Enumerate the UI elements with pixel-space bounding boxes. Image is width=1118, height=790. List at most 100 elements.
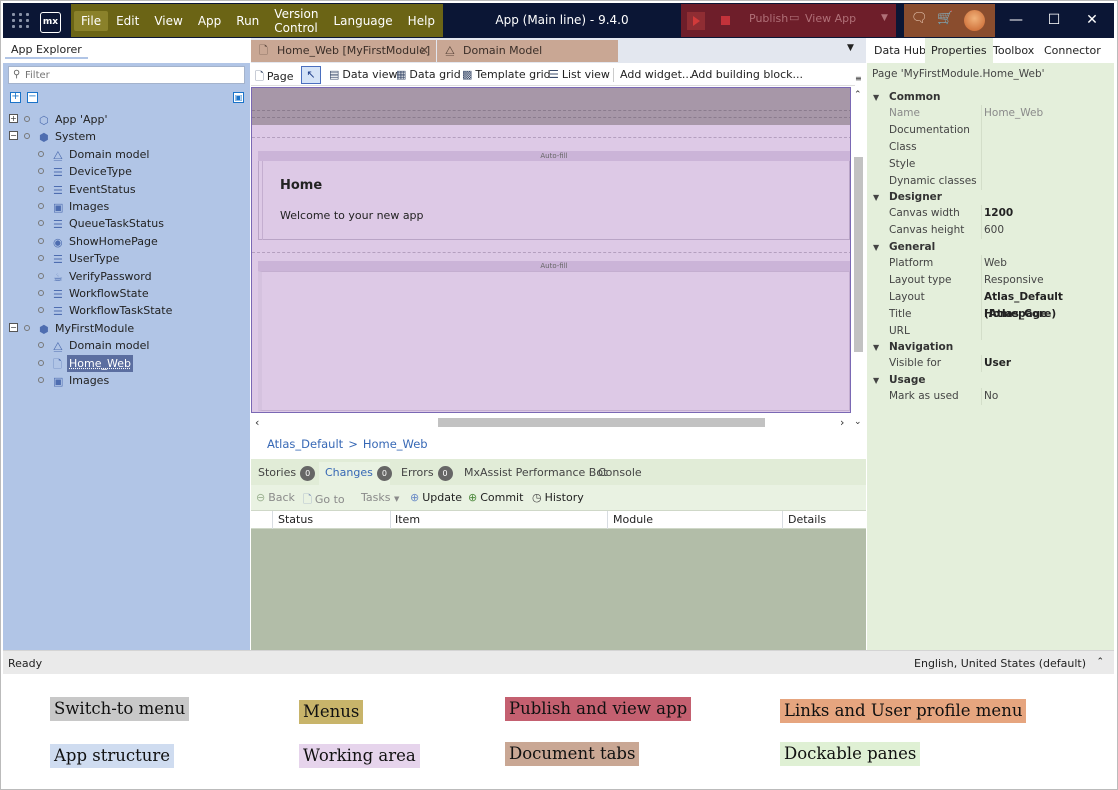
vertical-scrollbar[interactable]: ⌃ xyxy=(851,87,866,414)
tree-item[interactable]: ☰ EventStatus xyxy=(3,181,250,198)
breadcrumb-layout[interactable]: Atlas_Default xyxy=(267,437,343,451)
tab-mxassist[interactable]: MxAssist Performance Bot xyxy=(464,466,607,479)
tab-errors[interactable]: Errors 0 xyxy=(401,466,453,481)
column-module[interactable]: Module xyxy=(607,511,782,529)
prop-canvas-width[interactable]: Canvas width 1200 xyxy=(867,205,1114,222)
menu-view[interactable]: View xyxy=(147,11,189,31)
column-status[interactable]: Status xyxy=(272,511,390,529)
prop-canvas-height[interactable]: Canvas height 600 xyxy=(867,222,1114,239)
tree-item[interactable]: ☰ UserType xyxy=(3,250,250,267)
working-area[interactable]: Auto-fill Home Welcome to your new app A… xyxy=(251,87,851,413)
horizontal-scrollbar[interactable]: ‹ › ⌄ xyxy=(251,414,866,431)
scroll-thumb[interactable] xyxy=(854,157,863,352)
prop-style[interactable]: Style xyxy=(867,156,1114,173)
data-view-button[interactable]: ▤ Data view xyxy=(329,68,398,81)
expand-all-icon[interactable]: + xyxy=(10,92,21,103)
collapse-icon[interactable]: − xyxy=(9,131,18,141)
tree-item[interactable]: ⧋ Domain model xyxy=(3,337,250,354)
commit-button[interactable]: ⊕ Commit xyxy=(468,491,523,504)
prop-class[interactable]: Class xyxy=(867,139,1114,156)
menu-file[interactable]: File xyxy=(74,10,109,31)
section-usage[interactable]: ▼ Usage xyxy=(867,372,1114,389)
tab-changes[interactable]: Changes 0 xyxy=(325,466,392,481)
menu-version-control[interactable]: Version Control xyxy=(267,4,325,38)
prop-documentation[interactable]: Documentation xyxy=(867,122,1114,139)
back-button[interactable]: ⊖ Back xyxy=(256,491,295,504)
prop-dynamic-classes[interactable]: Dynamic classes xyxy=(867,173,1114,190)
run-locally-icon[interactable] xyxy=(687,12,705,30)
user-avatar[interactable] xyxy=(964,10,985,31)
prop-url[interactable]: URL xyxy=(867,323,1114,340)
empty-placeholder[interactable] xyxy=(258,271,850,411)
chevron-left-icon[interactable]: ‹ xyxy=(255,416,259,429)
app-explorer-tab[interactable]: App Explorer xyxy=(5,42,88,59)
tab-domain-model[interactable]: ⧋ Domain Model [MyFirstModule] xyxy=(437,40,618,79)
data-grid-button[interactable]: ▦ Data grid xyxy=(396,68,461,81)
chevron-down-icon[interactable]: ⌄ xyxy=(854,417,862,427)
collapse-all-icon[interactable]: − xyxy=(27,92,38,103)
menu-language[interactable]: Language xyxy=(326,11,399,31)
column-details[interactable]: Details xyxy=(782,511,866,529)
maximize-icon[interactable]: ☐ xyxy=(1039,9,1069,31)
tab-data-hub[interactable]: Data Hub xyxy=(868,38,932,63)
tree-item[interactable]: + ⬡ App 'App' xyxy=(3,111,250,128)
tree-item[interactable]: ☰ WorkflowTaskState xyxy=(3,302,250,319)
menu-edit[interactable]: Edit xyxy=(109,11,146,31)
section-common[interactable]: ▼ Common xyxy=(867,89,1114,106)
add-building-block-button[interactable]: Add building block... xyxy=(691,68,803,81)
section-designer[interactable]: ▼ Designer xyxy=(867,189,1114,206)
chevron-down-icon[interactable]: ▼ xyxy=(881,13,888,23)
filter-input[interactable] xyxy=(25,68,235,82)
prop-title[interactable]: Title Homepage xyxy=(867,306,1114,323)
publish-button[interactable]: Publish xyxy=(749,12,788,25)
link-editor-icon[interactable]: ▣ xyxy=(233,92,244,103)
tab-home-web[interactable]: 🗋 Home_Web [MyFirstModule] ✕ xyxy=(251,40,436,62)
prop-mark-as-used[interactable]: Mark as used No xyxy=(867,388,1114,405)
prop-layout-type[interactable]: Layout type Responsive xyxy=(867,272,1114,289)
tab-stories[interactable]: Stories 0 xyxy=(258,466,316,481)
chevron-down-icon[interactable]: ▼ xyxy=(847,43,854,53)
tree-item[interactable]: 🗋 Home_Web xyxy=(3,354,250,372)
page-heading[interactable]: Home xyxy=(280,178,322,193)
tasks-button[interactable]: Tasks ▼ xyxy=(361,491,399,504)
menu-run[interactable]: Run xyxy=(229,11,266,31)
welcome-text[interactable]: Welcome to your new app xyxy=(280,209,424,222)
prop-visible-for[interactable]: Visible for User xyxy=(867,355,1114,372)
stop-icon[interactable] xyxy=(717,12,735,30)
view-app-button[interactable]: View App xyxy=(805,12,856,25)
tab-connector[interactable]: Connector xyxy=(1038,38,1107,63)
toolbar-overflow-icon[interactable]: ≡ xyxy=(855,74,862,83)
prop-name[interactable]: Name Home_Web xyxy=(867,105,1114,122)
tree-item[interactable]: ☰ QueueTaskStatus xyxy=(3,215,250,232)
chevron-up-icon[interactable]: ⌃ xyxy=(1096,657,1104,667)
column-item[interactable]: Item xyxy=(389,511,607,529)
chevron-right-icon[interactable]: › xyxy=(840,416,844,429)
update-button[interactable]: ⊕ Update xyxy=(410,491,462,504)
tree-item[interactable]: − ⬢ System xyxy=(3,128,250,145)
close-icon[interactable]: ✕ xyxy=(1077,9,1107,31)
template-grid-button[interactable]: ▩ Template grid xyxy=(462,68,551,81)
tree-item[interactable]: − ⬢ MyFirstModule xyxy=(3,320,250,337)
prop-layout[interactable]: Layout Atlas_Default (Atlas_Core) xyxy=(867,289,1114,320)
prop-platform[interactable]: Platform Web xyxy=(867,255,1114,272)
list-view-button[interactable]: ☰ List view xyxy=(549,68,610,81)
expand-icon[interactable]: + xyxy=(9,114,18,123)
minimize-icon[interactable]: — xyxy=(1001,9,1031,31)
tab-properties[interactable]: Properties xyxy=(925,38,993,63)
tree-item[interactable]: ◉ ShowHomePage xyxy=(3,233,250,250)
tree-item[interactable]: ☕ VerifyPassword xyxy=(3,268,250,285)
language-selector[interactable]: English, United States (default) xyxy=(914,657,1086,670)
tab-toolbox[interactable]: Toolbox xyxy=(987,38,1040,63)
tree-item[interactable]: ☰ DeviceType xyxy=(3,163,250,180)
pointer-tool-icon[interactable]: ↖ xyxy=(301,66,321,84)
tab-console[interactable]: Console xyxy=(598,466,642,479)
history-button[interactable]: ◷ History xyxy=(532,491,584,504)
tree-item[interactable]: ▣ Images xyxy=(3,372,250,389)
tree-item[interactable]: ▣ Images xyxy=(3,198,250,215)
chevron-up-icon[interactable]: ⌃ xyxy=(854,90,862,100)
tree-item[interactable]: ⧋ Domain model xyxy=(3,146,250,163)
marketplace-cart-icon[interactable]: 🛒 xyxy=(937,11,953,26)
switch-to-menu-button[interactable] xyxy=(6,6,35,35)
page-button[interactable]: 🗋 Page xyxy=(255,68,294,87)
tree-item[interactable]: ☰ WorkflowState xyxy=(3,285,250,302)
